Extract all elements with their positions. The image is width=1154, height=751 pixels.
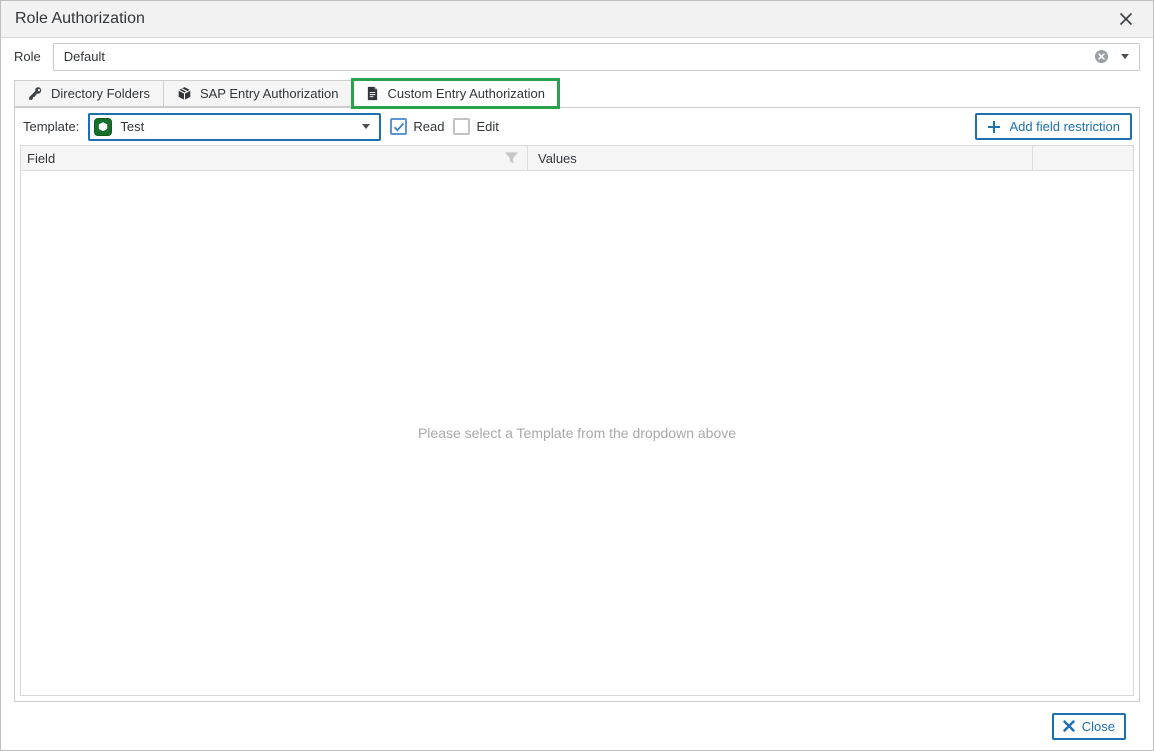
read-checkbox[interactable]	[390, 118, 407, 135]
dialog-titlebar: Role Authorization	[1, 1, 1153, 38]
add-field-restriction-label: Add field restriction	[1009, 119, 1120, 134]
edit-checkbox[interactable]	[453, 118, 470, 135]
role-row: Role Default	[1, 38, 1153, 75]
tab-directory-folders[interactable]: Directory Folders	[14, 80, 164, 107]
template-toolbar: Template: Test Read	[15, 108, 1139, 145]
close-button[interactable]: Close	[1052, 713, 1126, 740]
dialog-title: Role Authorization	[15, 10, 1115, 28]
plus-icon	[987, 120, 1001, 134]
dialog-content: Directory Folders SAP Entry Authorizatio…	[1, 75, 1153, 750]
role-value: Default	[64, 49, 1082, 64]
document-icon	[366, 86, 379, 101]
role-dropdown-chevron-down-icon[interactable]	[1121, 54, 1129, 59]
clear-role-icon[interactable]	[1094, 49, 1109, 64]
tab-label: SAP Entry Authorization	[200, 86, 339, 101]
column-header-values[interactable]: Values	[528, 146, 1033, 170]
column-header-values-label: Values	[538, 151, 577, 166]
package-icon	[177, 86, 192, 101]
add-field-restriction-button[interactable]: Add field restriction	[975, 113, 1132, 140]
close-button-label: Close	[1082, 719, 1115, 734]
role-label: Role	[14, 49, 41, 64]
table-body: Please select a Template from the dropdo…	[21, 171, 1133, 695]
read-checkbox-group: Read	[390, 118, 444, 135]
tab-custom-entry-authorization[interactable]: Custom Entry Authorization	[351, 78, 560, 109]
role-authorization-dialog: Role Authorization Role Default	[0, 0, 1154, 751]
empty-table-message: Please select a Template from the dropdo…	[418, 425, 736, 441]
tab-sap-entry-authorization[interactable]: SAP Entry Authorization	[163, 80, 353, 107]
template-selected-value: Test	[120, 119, 354, 134]
edit-checkbox-label: Edit	[476, 119, 498, 134]
column-header-field-label: Field	[27, 151, 504, 166]
dialog-footer: Close	[14, 702, 1140, 750]
template-dropdown[interactable]: Test	[88, 113, 381, 141]
column-header-field[interactable]: Field	[21, 146, 528, 170]
role-combobox[interactable]: Default	[53, 43, 1140, 71]
template-chevron-down-icon	[362, 124, 370, 129]
custom-entry-authorization-panel: Template: Test Read	[14, 107, 1140, 702]
edit-checkbox-group: Edit	[453, 118, 498, 135]
table-header-row: Field Values	[21, 146, 1133, 171]
template-label: Template:	[23, 119, 79, 134]
green-template-icon	[94, 118, 112, 136]
restrictions-table: Field Values Please select a Template fr…	[20, 145, 1134, 696]
tab-strip: Directory Folders SAP Entry Authorizatio…	[14, 78, 1140, 107]
column-header-extra	[1033, 146, 1133, 170]
tab-label: Directory Folders	[51, 86, 150, 101]
read-checkbox-label: Read	[413, 119, 444, 134]
x-icon	[1063, 720, 1075, 732]
key-icon	[28, 86, 43, 101]
funnel-icon[interactable]	[504, 151, 521, 165]
dialog-close-icon[interactable]	[1115, 8, 1137, 30]
tab-label: Custom Entry Authorization	[387, 86, 545, 101]
